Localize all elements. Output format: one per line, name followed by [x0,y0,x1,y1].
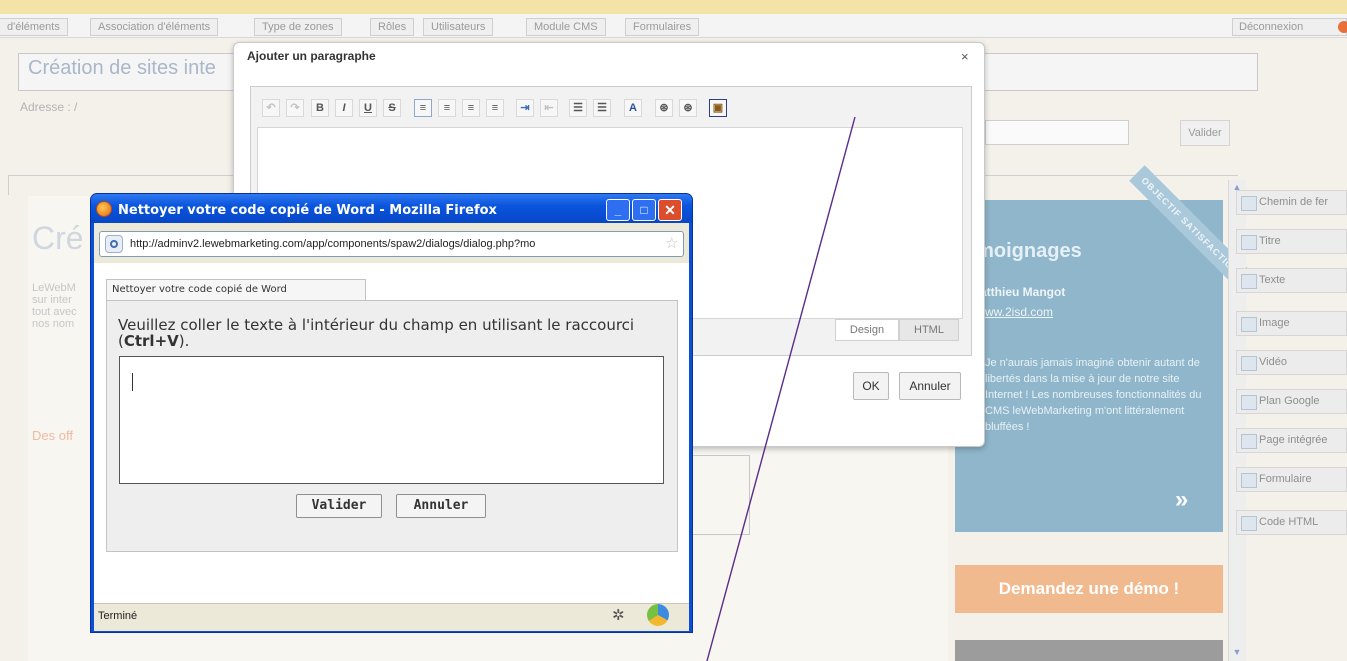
annotation-pointer-line [706,116,856,661]
annotation-line [706,116,856,661]
